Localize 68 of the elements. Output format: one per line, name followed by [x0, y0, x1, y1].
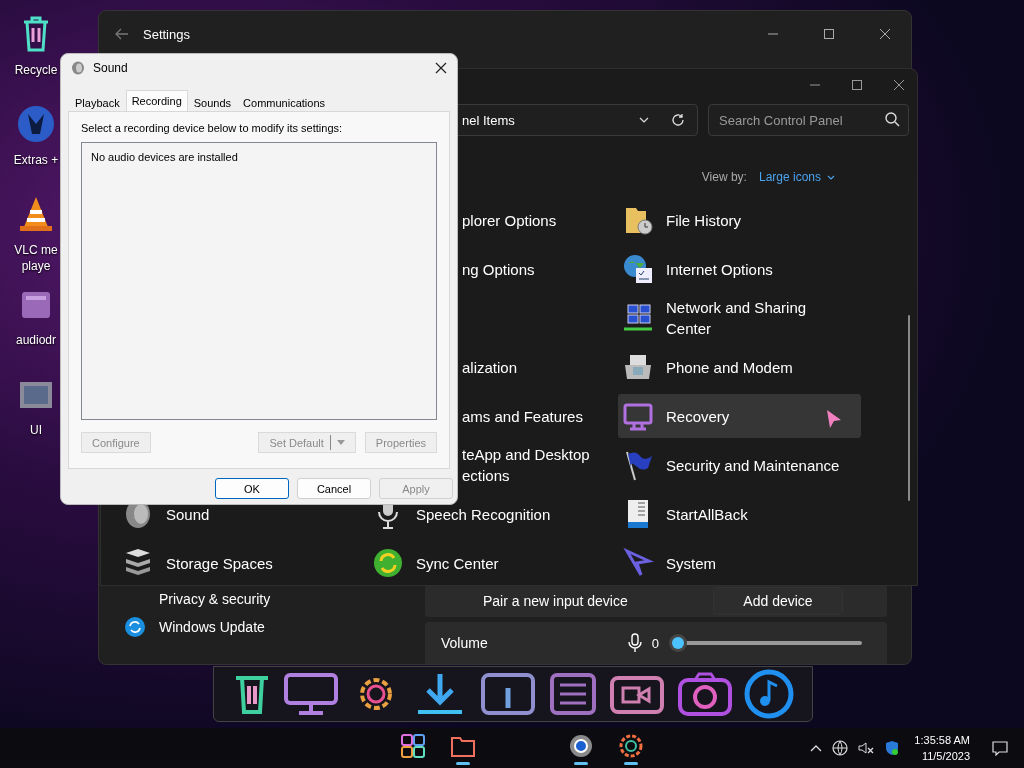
start-icon[interactable]	[399, 731, 427, 760]
desktop-icon-label[interactable]: VLC me playe	[8, 242, 64, 274]
control-panel-item-label[interactable]: ng Options	[462, 258, 535, 280]
control-panel-item[interactable]: Security and Maintenance	[618, 443, 861, 487]
microphone-icon	[627, 633, 642, 653]
control-panel-item[interactable]: System	[618, 541, 861, 585]
window-title: Settings	[143, 26, 190, 42]
control-panel-item[interactable]: Network and Sharing Center	[618, 296, 861, 340]
refresh-icon[interactable]	[671, 113, 685, 127]
tab[interactable]: Recording	[125, 90, 188, 111]
sidebar-item[interactable]: Privacy & security	[99, 590, 425, 608]
document-list-icon[interactable]	[547, 672, 598, 716]
control-panel-item-label[interactable]: ams and Features	[462, 405, 583, 427]
device-list[interactable]: No audio devices are installed	[81, 142, 437, 420]
search-icon[interactable]	[885, 112, 900, 127]
control-panel-item-label[interactable]: teApp and Desktop ections	[462, 444, 602, 486]
cursor-icon	[826, 409, 842, 429]
back-arrow-icon[interactable]	[115, 28, 129, 40]
dialog-title: Sound	[93, 61, 128, 75]
control-panel-item[interactable]: Recovery	[618, 394, 861, 438]
control-panel-item[interactable]: File History	[618, 198, 861, 242]
globe-icon[interactable]	[832, 740, 849, 756]
clock[interactable]: 1:35:58 AM 11/5/2023	[914, 732, 970, 764]
dialog-button[interactable]: OK	[215, 478, 289, 499]
dialog-button[interactable]: Cancel	[297, 478, 371, 499]
monitor-icon[interactable]	[283, 672, 340, 716]
empty-list-message: No audio devices are installed	[91, 151, 238, 163]
control-panel-item[interactable]: Storage Spaces	[118, 541, 368, 585]
clock-time: 1:35:58 AM	[914, 733, 970, 748]
desktop-icon-label[interactable]: Extras +	[13, 152, 59, 168]
view-mode-link[interactable]: Large icons	[758, 170, 821, 184]
maximize-icon[interactable]	[851, 79, 863, 91]
shield-icon[interactable]	[884, 740, 901, 756]
chevron-down-icon[interactable]	[827, 174, 835, 180]
speaker-icon	[71, 61, 85, 75]
sync-arrows-icon	[125, 617, 145, 637]
sync-arrows-icon	[372, 547, 404, 579]
control-panel-item[interactable]: Phone and Modem	[618, 345, 861, 389]
sphere-icon[interactable]	[16, 104, 56, 144]
control-panel-item[interactable]: Sync Center	[368, 541, 618, 585]
volume-reading: 0	[651, 635, 659, 651]
desktop-icon-label[interactable]: audiodr	[16, 332, 56, 348]
info-icon[interactable]	[479, 672, 536, 716]
clock-date: 11/5/2023	[921, 749, 970, 764]
control-panel-item-label[interactable]: alization	[462, 356, 518, 378]
speaker-muted-icon[interactable]	[858, 740, 875, 756]
close-icon[interactable]	[435, 62, 447, 74]
network-monitors-icon	[622, 302, 654, 334]
globe-checklist-icon	[622, 253, 654, 285]
desktop-icon-label[interactable]: Recycle	[14, 62, 58, 78]
search-field[interactable]: Search Control Panel	[708, 104, 909, 136]
control-panel-item[interactable]: StartAllBack	[618, 492, 861, 536]
volume-label: Volume	[441, 635, 488, 651]
notification-icon[interactable]	[992, 740, 1008, 756]
control-panel-item[interactable]: Internet Options	[618, 247, 861, 291]
instruction-text: Select a recording device below to modify its settings:	[81, 122, 344, 134]
maximize-icon[interactable]	[823, 28, 835, 40]
view-by-label: View by:	[701, 170, 747, 184]
chevron-up-icon[interactable]	[810, 744, 823, 752]
music-note-icon[interactable]	[744, 669, 795, 719]
close-icon[interactable]	[879, 28, 891, 40]
camera-icon[interactable]	[676, 672, 733, 716]
add-device-button[interactable]: Add device	[713, 587, 843, 615]
control-panel-item-label[interactable]: plorer Options	[462, 209, 557, 231]
sidebar-item[interactable]: Windows Update	[99, 618, 425, 636]
desktop-icon-label[interactable]: UI	[30, 422, 42, 438]
pair-device-label: Pair a new input device	[482, 593, 629, 609]
close-icon[interactable]	[893, 79, 905, 91]
